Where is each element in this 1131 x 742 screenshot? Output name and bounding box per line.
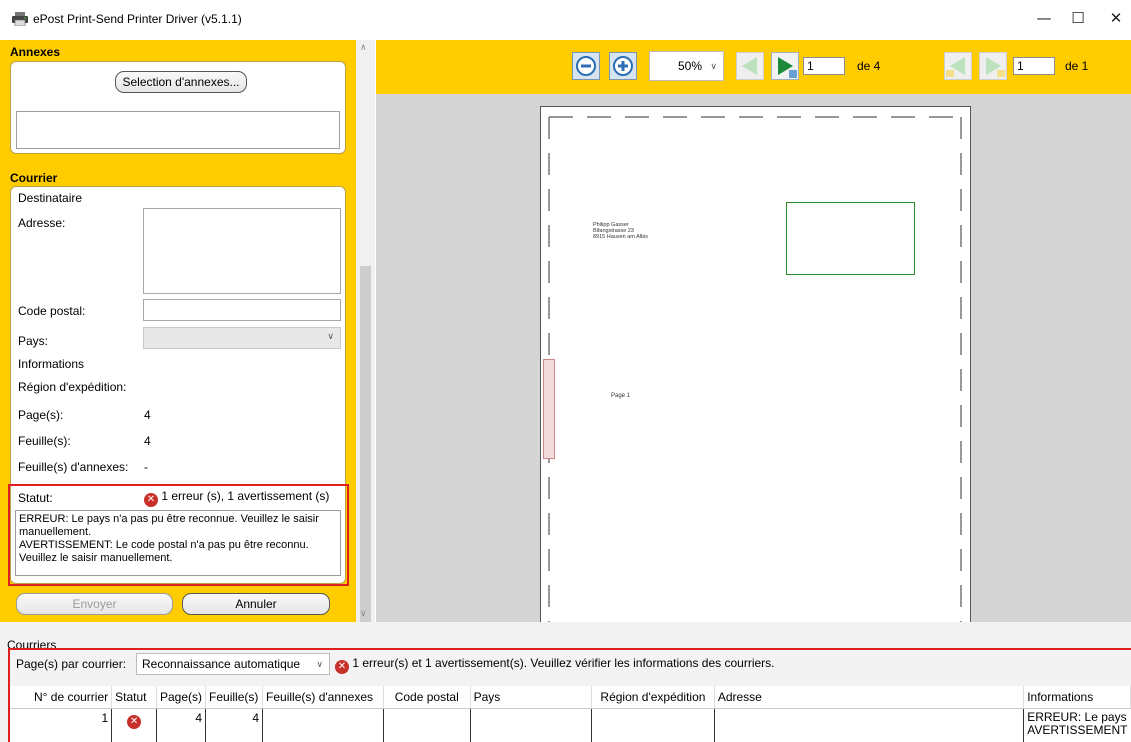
courriers-panel: Courriers Page(s) par courrier: Reconnai… <box>0 622 1131 742</box>
pages-par-courrier-label: Page(s) par courrier: <box>16 657 127 671</box>
printer-icon <box>12 12 28 26</box>
column-header[interactable]: Adresse <box>714 686 1025 709</box>
destinataire-label: Destinataire <box>18 191 83 205</box>
table-header-row: N° de courrier Statut Page(s) Feuille(s)… <box>10 686 1131 709</box>
next-annex-icon[interactable] <box>979 52 1007 80</box>
annexes-header: Annexes <box>10 45 61 59</box>
adresse-cell <box>714 708 1025 742</box>
column-header[interactable]: Pays <box>470 686 593 709</box>
pages-par-courrier-select[interactable]: Reconnaissance automatique ∨ <box>136 653 330 675</box>
close-button[interactable]: ✕ <box>1104 8 1128 28</box>
info-line: ERREUR: Le pays <box>1027 709 1127 724</box>
previous-annex-icon[interactable] <box>944 52 972 80</box>
zoom-out-icon[interactable] <box>572 52 600 80</box>
feuilles-cell: 4 <box>205 708 264 742</box>
courrier-header: Courrier <box>10 171 58 185</box>
next-page-icon[interactable] <box>771 52 799 80</box>
code-postal-field[interactable] <box>143 299 341 321</box>
chevron-down-icon: ∨ <box>710 61 717 71</box>
page-label: Page 1 <box>611 393 631 399</box>
annex-total-label: de 1 <box>1065 59 1089 73</box>
address-line: 8915 Hausen am Albis <box>593 234 649 240</box>
summary-text: 1 erreur(s) et 1 avertissement(s). Veuil… <box>352 656 775 670</box>
pages-label: Page(s): <box>18 408 64 422</box>
feuilles-label: Feuille(s): <box>18 434 71 448</box>
feuilles-annexes-cell <box>262 708 384 742</box>
status-message: ERREUR: Le pays n'a pas pu être reconnue… <box>15 510 341 576</box>
previous-page-icon[interactable] <box>736 52 764 80</box>
maximize-button[interactable]: ☐ <box>1066 8 1090 28</box>
pays-label: Pays: <box>18 334 49 348</box>
column-header[interactable]: N° de courrier <box>10 686 113 709</box>
page-total-label: de 4 <box>857 59 881 73</box>
informations-label: Informations <box>18 357 85 371</box>
feuilles-value: 4 <box>144 434 151 448</box>
annex-page-input[interactable]: 1 <box>1013 57 1055 75</box>
scrollbar-thumb[interactable] <box>360 266 371 622</box>
chevron-up-icon[interactable]: ∧ <box>360 42 367 53</box>
region-cell <box>591 708 715 742</box>
column-header[interactable]: Code postal <box>383 686 471 709</box>
minimize-button[interactable]: — <box>1032 8 1056 28</box>
zoom-select[interactable]: 50% ∨ <box>649 51 724 81</box>
numero-cell: 1 <box>10 708 113 742</box>
preview-toolbar: 50% ∨ 1 de 4 1 de 1 <box>376 40 1131 94</box>
adresse-field[interactable] <box>143 208 341 294</box>
feuilles-annexes-value: - <box>144 460 148 474</box>
region-label: Région d'expédition: <box>18 380 127 394</box>
informations-cell: ERREUR: Le pays AVERTISSEMENT <box>1024 708 1131 742</box>
select-annexes-button[interactable]: Selection d'annexes... <box>115 71 247 93</box>
code-postal-cell <box>383 708 471 742</box>
courriers-table: N° de courrier Statut Page(s) Feuille(s)… <box>10 686 1131 742</box>
summary-group: ✕ 1 erreur(s) et 1 avertissement(s). Veu… <box>335 656 775 674</box>
zoom-in-icon[interactable] <box>609 52 637 80</box>
feuilles-annexes-label: Feuille(s) d'annexes: <box>18 460 129 474</box>
recipient-address: Philipp Gasser Bifangstrasse 23 8915 Hau… <box>593 222 648 240</box>
stamp-zone <box>786 202 915 275</box>
adresse-label: Adresse: <box>18 216 66 230</box>
send-button[interactable]: Envoyer <box>16 593 173 615</box>
pages-value: 4 <box>144 408 151 422</box>
column-header[interactable]: Informations <box>1023 686 1131 709</box>
code-postal-label: Code postal: <box>18 304 86 318</box>
column-header[interactable]: Feuille(s) <box>205 686 264 709</box>
column-header[interactable]: Statut <box>111 686 157 709</box>
pays-cell <box>470 708 593 742</box>
window-title: ePost Print-Send Printer Driver (v5.1.1) <box>33 12 242 26</box>
page-number-input[interactable]: 1 <box>803 57 845 75</box>
preview-page: Philipp Gasser Bifangstrasse 23 8915 Hau… <box>540 106 971 627</box>
chevron-down-icon: ∨ <box>327 331 334 341</box>
info-line: AVERTISSEMENT <box>1027 722 1128 737</box>
error-icon: ✕ <box>335 660 349 674</box>
cancel-button[interactable]: Annuler <box>182 593 330 615</box>
document-preview: Philipp Gasser Bifangstrasse 23 8915 Hau… <box>376 94 1131 627</box>
pays-select[interactable]: ∨ <box>143 327 341 349</box>
chevron-down-icon[interactable]: ∨ <box>360 608 367 619</box>
pages-cell: 4 <box>156 708 207 742</box>
side-marker <box>543 359 555 459</box>
title-bar: ePost Print-Send Printer Driver (v5.1.1)… <box>0 0 1131 40</box>
error-icon: ✕ <box>127 714 142 729</box>
left-panel-scrollbar[interactable]: ∧ ∨ <box>356 40 375 622</box>
statut-cell: ✕ <box>111 708 157 742</box>
table-row[interactable]: 1 ✕ 4 4 ERREUR: Le pays AVERTISSEMENT <box>10 708 1131 742</box>
column-header[interactable]: Page(s) <box>156 686 207 709</box>
status-message-text: ERREUR: Le pays n'a pas pu être reconnue… <box>19 513 319 564</box>
column-header[interactable]: Feuille(s) d'annexes <box>262 686 384 709</box>
zoom-value: 50% <box>678 59 703 73</box>
chevron-down-icon: ∨ <box>316 659 323 669</box>
mode-value: Reconnaissance automatique <box>142 657 301 671</box>
column-header[interactable]: Région d'expédition <box>591 686 715 709</box>
annexes-list[interactable] <box>16 111 340 149</box>
page-margin-guides <box>548 116 962 627</box>
